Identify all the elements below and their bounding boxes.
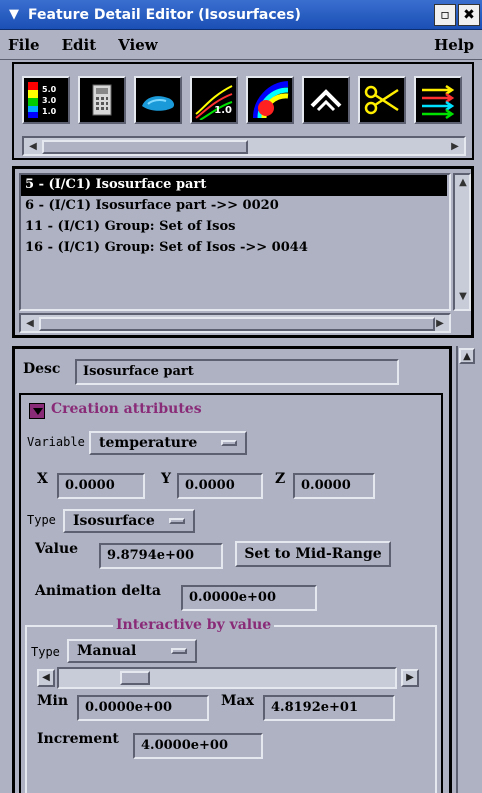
toolbar-panel: 5.0 3.0 1.0 1.0 ◀ ▶ [12,62,474,160]
x-field[interactable]: 0.0000 [57,473,145,499]
particle-trace-icon[interactable] [414,76,462,124]
interactive-type-dropdown[interactable]: Manual [67,639,197,663]
contour-icon[interactable]: 1.0 [190,76,238,124]
animation-delta-field[interactable]: 0.0000e+00 [181,585,317,611]
set-mid-range-button[interactable]: Set to Mid-Range [235,541,391,567]
toolbar-scrollbar[interactable]: ◀ ▶ [22,136,466,156]
parts-list-panel: 5 - (I/C1) Isosurface part 6 - (I/C1) Iso… [12,166,474,338]
desc-field[interactable]: Isosurface part [75,359,399,385]
scroll-left-arrow-icon[interactable]: ◀ [23,317,37,331]
clip-icon[interactable] [358,76,406,124]
y-field[interactable]: 0.0000 [177,473,263,499]
close-button[interactable]: ✖ [458,3,480,26]
scroll-right-arrow-icon[interactable]: ▶ [433,317,447,331]
legend-values: 5.0 3.0 1.0 [42,84,56,117]
legend-value-mid: 3.0 [42,96,57,105]
legend-value-bottom: 1.0 [42,107,57,116]
calculator-icon[interactable] [78,76,126,124]
z-field[interactable]: 0.0000 [293,473,375,499]
detail-panel: Desc Isosurface part Creation attributes… [12,346,452,793]
list-item[interactable]: 16 - (I/C1) Group: Set of Isos ->> 0044 [21,238,449,259]
max-label: Max [221,693,254,709]
scroll-thumb[interactable] [39,317,435,331]
type-dropdown[interactable]: Isosurface [63,509,195,533]
dropdown-indicator-icon [169,518,185,524]
menu-view[interactable]: View [118,36,158,54]
window-title: Feature Detail Editor (Isosurfaces) [28,6,301,23]
elevate-icon[interactable] [302,76,350,124]
increment-field[interactable]: 4.0000e+00 [133,733,263,759]
menu-help[interactable]: Help [434,36,474,54]
value-label: Value [35,541,79,557]
parts-list-hscroll[interactable]: ◀ ▶ [19,313,451,333]
scroll-up-arrow-icon[interactable]: ▲ [456,177,470,193]
max-field[interactable]: 4.8192e+01 [263,695,395,721]
minimize-button[interactable]: ▫ [434,3,456,26]
creation-attributes-section: Creation attributes Variable temperature… [19,393,443,793]
value-slider[interactable] [57,667,397,689]
scroll-left-arrow-icon[interactable]: ◀ [26,140,40,154]
isosurface-part-icon[interactable] [134,76,182,124]
x-label: X [37,471,48,487]
variable-label: Variable [27,435,85,449]
window-menu-icon[interactable]: ▼ [0,7,28,22]
increment-label: Increment [37,731,119,747]
type-value: Isosurface [73,513,155,529]
interactive-type-value: Manual [77,643,137,659]
min-label: Min [37,693,68,709]
legend-value-top: 5.0 [42,85,57,94]
list-item[interactable]: 6 - (I/C1) Isosurface part ->> 0020 [21,196,449,217]
scroll-right-arrow-icon[interactable]: ▶ [448,140,462,154]
color-legend-icon[interactable]: 5.0 3.0 1.0 [22,76,70,124]
scroll-up-arrow-icon[interactable]: ▲ [459,348,475,364]
title-bar: ▼ Feature Detail Editor (Isosurfaces) ▫ … [0,0,482,30]
variable-dropdown[interactable]: temperature [89,431,247,455]
value-field[interactable]: 9.8794e+00 [99,543,223,569]
slider-left-arrow-icon[interactable]: ◀ [37,669,55,687]
detail-vscroll[interactable]: ▲ [456,346,478,793]
z-label: Z [275,471,286,487]
slider-thumb[interactable] [120,671,151,685]
scroll-down-arrow-icon[interactable]: ▼ [456,291,470,307]
desc-label: Desc [23,361,61,377]
min-field[interactable]: 0.0000e+00 [77,695,209,721]
interactive-type-label: Type [31,645,60,659]
interactive-by-value-group: Interactive by value Type Manual ◀ ▶ Min… [25,617,437,793]
contour-value: 1.0 [214,105,232,116]
menu-bar: File Edit View Help [0,30,482,60]
collapse-icon[interactable] [29,403,45,419]
group-title: Interactive by value [113,617,275,633]
menu-edit[interactable]: Edit [62,36,97,54]
list-item[interactable]: 5 - (I/C1) Isosurface part [21,175,447,196]
variable-value: temperature [99,435,198,451]
dropdown-indicator-icon [171,648,187,654]
parts-list[interactable]: 5 - (I/C1) Isosurface part 6 - (I/C1) Iso… [19,173,451,311]
section-title: Creation attributes [51,401,202,417]
menu-file[interactable]: File [8,36,40,54]
y-label: Y [161,471,171,487]
animation-delta-label: Animation delta [35,583,161,599]
dropdown-indicator-icon [221,440,237,446]
list-item[interactable]: 11 - (I/C1) Group: Set of Isos [21,217,449,238]
scroll-thumb[interactable] [42,140,248,154]
type-label: Type [27,513,56,527]
isosurface-color-icon[interactable] [246,76,294,124]
slider-right-arrow-icon[interactable]: ▶ [401,669,419,687]
parts-list-vscroll[interactable]: ▲ ▼ [453,173,471,311]
toolbar: 5.0 3.0 1.0 1.0 [14,64,472,124]
